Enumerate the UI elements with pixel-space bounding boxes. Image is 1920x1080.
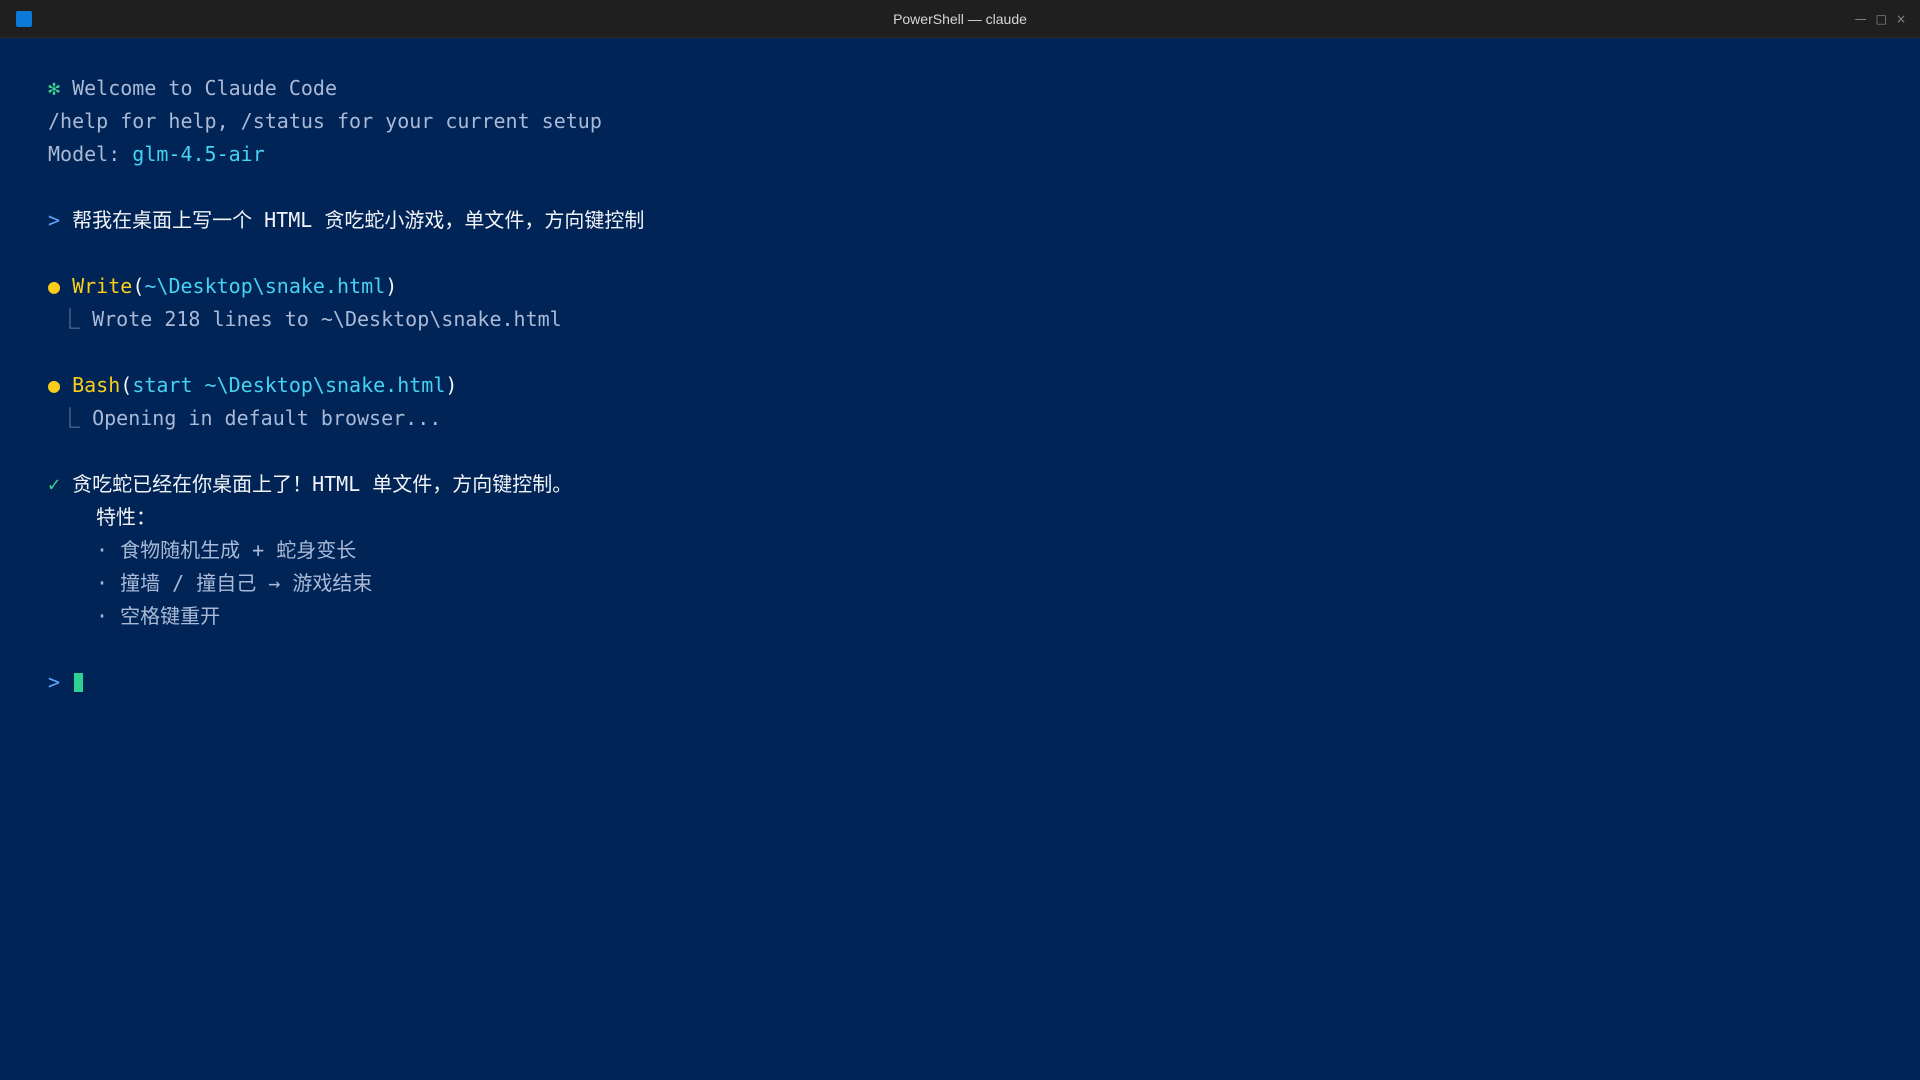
close-button[interactable]: × xyxy=(1896,13,1906,25)
welcome-text: Welcome to Claude Code xyxy=(72,76,337,100)
write-tool-result: ⎿ Wrote 218 lines to ~\Desktop\snake.htm… xyxy=(48,303,1920,336)
open-paren: ( xyxy=(120,373,133,397)
model-label: Model: xyxy=(48,142,133,166)
done-text: 贪吃蛇已经在你桌面上了！HTML 单文件，方向键控制。 xyxy=(72,472,573,496)
close-paren: ) xyxy=(445,373,458,397)
terminal-output[interactable]: ✻ Welcome to Claude Code /help for help,… xyxy=(48,72,1920,699)
branch-icon: ⎿ xyxy=(60,406,81,430)
text-cursor[interactable] xyxy=(74,673,84,692)
powershell-window: PowerShell — claude — □ × ✻ Welcome to C… xyxy=(0,0,1920,1080)
bash-result-text: Opening in default browser... xyxy=(92,406,442,430)
bullet-dot-icon: · xyxy=(96,538,109,562)
input-prompt-marker: > xyxy=(48,670,61,694)
branch-icon: ⎿ xyxy=(60,307,81,331)
bullet-icon: ● xyxy=(48,274,61,298)
model-value: glm-4.5-air xyxy=(132,142,265,166)
write-tool-arg: ~\Desktop\snake.html xyxy=(144,274,386,298)
prompt-marker: > xyxy=(48,208,61,232)
maximize-button[interactable]: □ xyxy=(1876,13,1887,25)
help-line: /help for help, /status for your current… xyxy=(48,109,602,133)
minimize-button[interactable]: — xyxy=(1855,13,1867,25)
bash-tool-result: ⎿ Opening in default browser... xyxy=(48,402,1920,435)
window-title: PowerShell — claude xyxy=(893,11,1027,27)
feature-text: 空格键重开 xyxy=(120,604,221,628)
star-icon: ✻ xyxy=(48,76,61,100)
window-controls: — □ × xyxy=(1855,0,1906,38)
tool-name-write: Write xyxy=(72,274,133,298)
user-prompt-text: 帮我在桌面上写一个 HTML 贪吃蛇小游戏，单文件，方向键控制 xyxy=(72,208,645,232)
title-bar[interactable]: PowerShell — claude — □ × xyxy=(0,0,1920,38)
bullet-icon: ● xyxy=(48,373,61,397)
input-line[interactable]: > xyxy=(48,666,1920,699)
write-result-text: Wrote 218 lines to ~\Desktop\snake.html xyxy=(92,307,562,331)
bash-tool-call: ● Bash(start ~\Desktop\snake.html) xyxy=(48,369,1920,402)
features-label: 特性： xyxy=(96,505,156,529)
check-icon: ✓ xyxy=(48,472,61,496)
model-line: Model: glm-4.5-air xyxy=(48,138,1920,171)
feature-item: · 撞墙 / 撞自己 → 游戏结束 xyxy=(48,567,1920,600)
close-paren: ) xyxy=(385,274,398,298)
bash-tool-arg: start ~\Desktop\snake.html xyxy=(132,373,446,397)
open-paren: ( xyxy=(132,274,145,298)
feature-item: · 空格键重开 xyxy=(48,600,1920,633)
user-prompt-line: > 帮我在桌面上写一个 HTML 贪吃蛇小游戏，单文件，方向键控制 xyxy=(48,204,1920,237)
bullet-dot-icon: · xyxy=(96,604,109,628)
bullet-dot-icon: · xyxy=(96,571,109,595)
welcome-line: ✻ Welcome to Claude Code xyxy=(48,72,1920,105)
feature-text: 撞墙 / 撞自己 → 游戏结束 xyxy=(120,571,373,595)
feature-item: · 食物随机生成 + 蛇身变长 xyxy=(48,534,1920,567)
write-tool-call: ● Write(~\Desktop\snake.html) xyxy=(48,270,1920,303)
tool-name-bash: Bash xyxy=(72,373,121,397)
feature-text: 食物随机生成 + 蛇身变长 xyxy=(120,538,357,562)
done-line: ✓ 贪吃蛇已经在你桌面上了！HTML 单文件，方向键控制。 xyxy=(48,468,1920,501)
